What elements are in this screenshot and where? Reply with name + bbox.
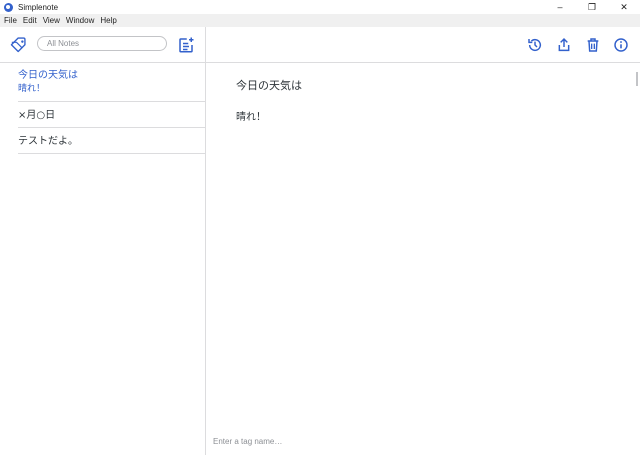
tags-button[interactable]: [10, 36, 28, 54]
note-item-title: テストだよ。: [18, 136, 78, 147]
note-content-title[interactable]: 今日の天気は: [236, 77, 302, 93]
simplenote-logo-icon: [4, 2, 13, 12]
editor-toolbar: [206, 27, 640, 63]
menu-window[interactable]: Window: [63, 14, 97, 27]
note-editor: 今日の天気は 晴れ！: [206, 27, 640, 455]
new-note-button[interactable]: [177, 36, 195, 54]
window-controls: – ❐ ✕: [544, 0, 640, 14]
info-button[interactable]: [613, 37, 629, 53]
note-content-body[interactable]: 晴れ！: [236, 108, 266, 123]
trash-button[interactable]: [585, 37, 601, 53]
note-item-title: 今日の天気は: [18, 70, 78, 81]
note-list-sidebar: 今日の天気は 晴れ！ ×月○日 テストだよ。: [0, 27, 206, 455]
menu-view[interactable]: View: [40, 14, 63, 27]
trash-icon: [587, 38, 599, 52]
new-note-icon: [179, 37, 194, 53]
minimize-button[interactable]: –: [544, 0, 576, 14]
tag-icon: [10, 37, 26, 53]
note-item-title: ×月○日: [18, 110, 56, 121]
info-icon: [614, 38, 628, 52]
search-input[interactable]: [37, 36, 167, 51]
window-title: Simplenote: [18, 2, 59, 12]
close-button[interactable]: ✕: [608, 0, 640, 14]
menu-edit[interactable]: Edit: [20, 14, 40, 27]
note-list-item[interactable]: 今日の天気は 晴れ！: [18, 63, 205, 102]
note-list-item[interactable]: テストだよ。: [18, 128, 205, 154]
editor-scrollbar[interactable]: [636, 72, 638, 86]
share-button[interactable]: [556, 37, 572, 53]
sidebar-toolbar: [0, 27, 205, 63]
restore-button[interactable]: ❐: [576, 0, 608, 14]
menu-help[interactable]: Help: [97, 14, 119, 27]
note-list: 今日の天気は 晴れ！ ×月○日 テストだよ。: [0, 63, 205, 154]
note-item-preview: 晴れ！: [18, 84, 46, 94]
title-bar: Simplenote – ❐ ✕: [0, 0, 640, 14]
menu-file[interactable]: File: [0, 14, 20, 27]
share-icon: [558, 37, 570, 52]
history-button[interactable]: [527, 37, 543, 53]
tag-input[interactable]: [213, 435, 513, 447]
note-list-item[interactable]: ×月○日: [18, 102, 205, 128]
menu-bar: File Edit View Window Help: [0, 14, 640, 27]
history-icon: [528, 38, 542, 52]
